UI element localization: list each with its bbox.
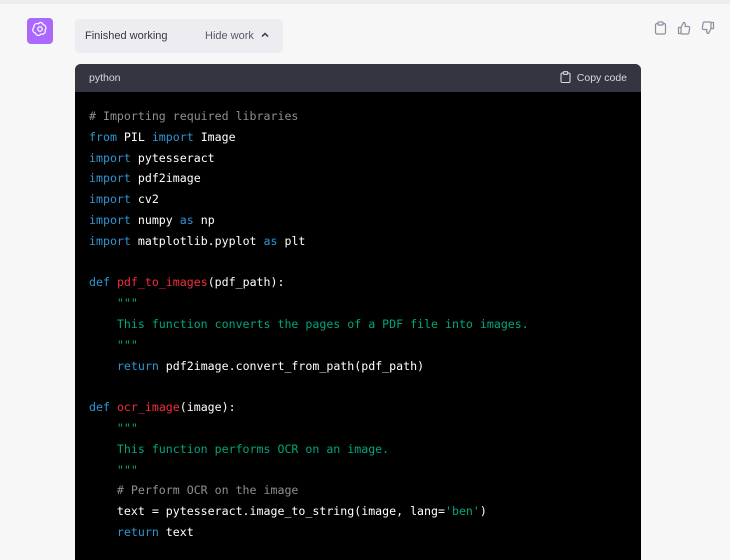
code-token: plt <box>277 233 306 248</box>
assistant-avatar <box>27 18 53 44</box>
code-token: # Importing required libraries <box>89 109 299 123</box>
copy-code-button[interactable]: Copy code <box>560 70 627 86</box>
code-token: return <box>116 524 159 539</box>
code-line: # Perform OCR on the image <box>89 480 641 501</box>
code-token: import <box>89 212 131 227</box>
code-line: import pytesseract <box>89 148 641 169</box>
code-block: python Copy code # Importing required li… <box>75 64 641 560</box>
code-token: """ <box>89 462 138 477</box>
code-line: def ocr_image(image): <box>89 397 641 418</box>
thumbs-down-icon[interactable] <box>700 20 716 36</box>
code-token: Image <box>193 129 236 144</box>
code-line: """ <box>89 335 641 356</box>
code-token: as <box>179 212 194 227</box>
code-token: """ <box>89 420 138 435</box>
code-token: import <box>89 171 131 186</box>
code-token: import <box>89 150 131 165</box>
code-line: import numpy as np <box>89 210 641 231</box>
clipboard-icon[interactable] <box>652 20 668 36</box>
code-token: """ <box>89 296 138 311</box>
code-line: import pdf2image <box>89 168 641 189</box>
code-language-label: python <box>89 72 121 84</box>
code-token: # Perform OCR on the image <box>89 483 299 498</box>
code-line: return text <box>89 522 641 543</box>
code-token: (pdf_path): <box>207 275 285 290</box>
code-line: # Importing required libraries <box>89 106 641 127</box>
code-token: matplotlib.pyplot <box>130 233 264 248</box>
code-token: return <box>116 358 159 373</box>
code-token: pdf2image.convert_from_path(pdf_path) <box>158 358 425 373</box>
code-token: def <box>89 275 110 290</box>
hide-work-button[interactable]: Hide work <box>205 30 270 43</box>
code-line: text = pytesseract.image_to_string(image… <box>89 501 641 522</box>
code-token: import <box>151 129 194 144</box>
code-line: def pdf_to_images(pdf_path): <box>89 272 641 293</box>
chat-page: Finished working Hide work python Copy c… <box>0 0 730 560</box>
clipboard-icon <box>560 70 571 86</box>
code-token: This function performs OCR on an image. <box>89 441 390 456</box>
code-token: pdf2image <box>130 171 201 186</box>
code-header: python Copy code <box>75 64 641 92</box>
code-token: pytesseract <box>130 150 215 165</box>
code-line: """ <box>89 460 641 481</box>
code-token: np <box>193 212 215 227</box>
copy-code-label: Copy code <box>576 72 627 84</box>
code-token: import <box>89 192 131 207</box>
code-token: from <box>89 129 117 144</box>
work-status-pill: Finished working Hide work <box>75 19 283 53</box>
code-line: import cv2 <box>89 189 641 210</box>
code-token: ocr_image <box>116 400 180 415</box>
code-line: This function converts the pages of a PD… <box>89 314 641 335</box>
code-token: This function converts the pages of a PD… <box>89 316 529 331</box>
code-token: """ <box>89 337 138 352</box>
top-divider <box>0 0 730 4</box>
code-token: text = pytesseract.image_to_string(image… <box>89 504 445 519</box>
code-line: import matplotlib.pyplot as plt <box>89 231 641 252</box>
code-token: (image): <box>179 400 236 415</box>
code-line: """ <box>89 418 641 439</box>
thumbs-up-icon[interactable] <box>676 20 692 36</box>
code-token: text <box>158 524 194 539</box>
code-token: ) <box>479 504 487 519</box>
code-line: return pdf2image.convert_from_path(pdf_p… <box>89 356 641 377</box>
code-content[interactable]: # Importing required libraries from PIL i… <box>75 92 641 543</box>
code-token: import <box>89 233 131 248</box>
status-text: Finished working <box>85 30 168 42</box>
code-token: as <box>263 233 278 248</box>
code-token: 'ben' <box>444 504 480 519</box>
chevron-up-icon <box>254 30 270 43</box>
code-token: def <box>89 400 110 415</box>
code-token: PIL <box>116 129 152 144</box>
code-line: """ <box>89 293 641 314</box>
openai-logo-icon <box>31 20 49 43</box>
code-token: pdf_to_images <box>116 275 208 290</box>
hide-work-label: Hide work <box>205 30 254 42</box>
message-actions <box>652 20 716 36</box>
code-line: This function performs OCR on an image. <box>89 439 641 460</box>
code-token: cv2 <box>130 192 159 207</box>
code-line: from PIL import Image <box>89 127 641 148</box>
code-token: numpy <box>130 212 180 227</box>
